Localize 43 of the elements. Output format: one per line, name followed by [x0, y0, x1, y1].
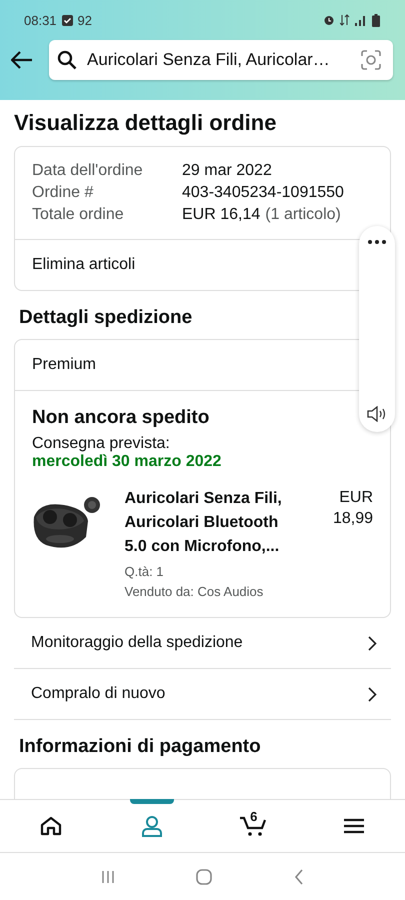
page-title: Visualizza dettagli ordine [14, 110, 278, 136]
order-info-value: 403-3405234-1091550 [182, 183, 345, 203]
home-icon [40, 816, 62, 836]
action-link-row[interactable]: Monitoraggio della spedizione [14, 618, 391, 669]
back-arrow-icon[interactable] [11, 51, 33, 69]
search-icon [57, 50, 77, 70]
product-price: EUR 18,99 [332, 488, 373, 529]
delivery-date: mercoledì 30 marzo 2022 [32, 453, 222, 471]
delete-items-link[interactable]: Elimina articoli [32, 256, 136, 273]
order-info-value: EUR 16,14 (1 articolo) [182, 205, 342, 225]
order-info-value: 29 mar 2022 [182, 161, 273, 181]
section-heading: Dettagli spedizione [19, 307, 194, 329]
more-icon[interactable] [368, 240, 386, 244]
notification-count: 92 [78, 12, 92, 28]
alarm-icon [323, 14, 335, 26]
chevron-right-icon [368, 686, 377, 702]
section-heading: Informazioni di pagamento [19, 736, 262, 758]
product-quantity: Q.tà: 1 [124, 564, 165, 579]
status-time: 08:31 [24, 12, 57, 28]
order-info-label: Data dell'ordine [32, 161, 144, 181]
shipment-status: Non ancora spedito [32, 407, 210, 428]
speaker-icon[interactable] [367, 406, 387, 422]
product-seller: Venduto da: Cos Audios [124, 584, 264, 599]
home-button-icon[interactable] [196, 868, 212, 884]
shipping-method: Premium [32, 356, 96, 373]
camera-icon[interactable] [361, 50, 381, 70]
battery-icon [372, 14, 380, 26]
recent-apps-icon[interactable] [100, 870, 115, 884]
delivery-label: Consegna prevista: [32, 435, 171, 453]
back-icon[interactable] [294, 868, 304, 884]
mobile-data-icon [340, 14, 350, 26]
checkbox-notification-icon [62, 14, 73, 26]
menu-icon [344, 818, 364, 834]
search-field[interactable]: Auricolari Senza Fili, Auricolar… [49, 40, 393, 80]
chevron-right-icon [368, 636, 377, 650]
signal-icon [355, 14, 367, 26]
product-title[interactable]: Auricolari Senza Fili, Auricolari Bluetooth 5.0 con Microfono,... [124, 487, 302, 559]
nav-tab[interactable]: 6 [202, 800, 304, 852]
action-link-row[interactable]: Compralo di nuovo [14, 669, 391, 720]
order-info-label: Totale ordine [32, 205, 125, 225]
cart-count: 6 [250, 809, 258, 824]
person-icon [140, 815, 163, 837]
order-info-label: Ordine # [32, 183, 94, 203]
